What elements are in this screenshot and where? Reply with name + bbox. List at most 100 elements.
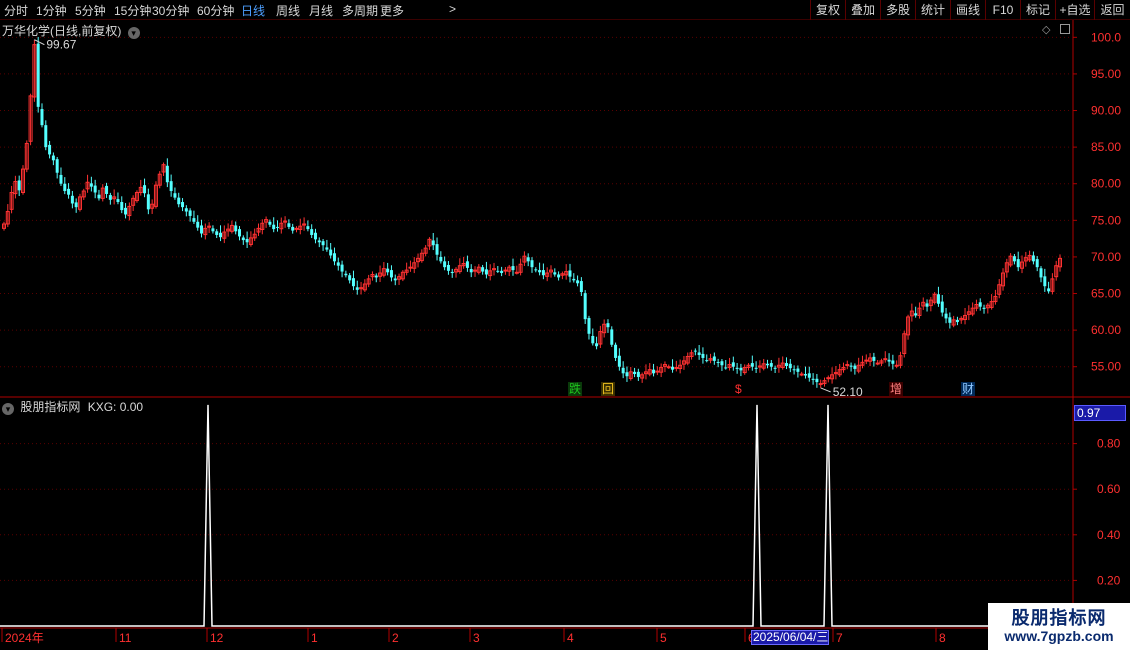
candle-body	[614, 344, 618, 358]
x-tick-label: 12	[210, 631, 224, 645]
candle-body	[587, 318, 591, 334]
timeframe-tab-10[interactable]: 更多	[380, 2, 404, 19]
toolbar: 分时 1分钟 5分钟 15分钟 30分钟 60分钟 日线 周线 月线 多周期 更多 > 复权 叠加 多股 统计…	[0, 0, 1130, 20]
signal-tag-dollar: $	[734, 382, 743, 396]
candle-body	[666, 366, 671, 369]
candle-body	[982, 307, 986, 309]
low-marker-label: 52.10	[833, 385, 863, 399]
candle-body	[948, 317, 952, 323]
toolbar-button-3[interactable]: 统计	[915, 0, 950, 20]
candle-body	[408, 266, 413, 269]
candle-body	[165, 165, 169, 183]
toolbar-button-8[interactable]: 返回	[1094, 0, 1130, 20]
candle-body	[583, 293, 587, 320]
candle-body	[785, 363, 789, 366]
candle-body	[712, 356, 716, 361]
candle-body	[621, 367, 625, 374]
candle-body	[51, 155, 55, 161]
indicator-title-row: ▾ 股朋指标网 KXG: 0.00	[2, 398, 143, 415]
title-dropdown-icon[interactable]: ▾	[127, 27, 140, 39]
y-tick-label: 60.00	[1091, 323, 1121, 337]
toolbar-button-4[interactable]: 画线	[950, 0, 985, 20]
candle-body	[1031, 255, 1035, 262]
candle-body	[891, 360, 895, 364]
candle-body	[766, 363, 770, 366]
candle-body	[108, 195, 112, 200]
candle-body	[116, 199, 120, 203]
y-tick-label: 55.00	[1091, 360, 1121, 374]
candle-body	[93, 185, 97, 193]
candle-body	[792, 369, 796, 371]
candle-body	[914, 313, 918, 316]
candle-body	[944, 313, 948, 319]
candle-body	[120, 202, 124, 211]
indicator-site-name[interactable]: 股朋指标网	[20, 400, 80, 414]
watermark-title: 股朋指标网	[1011, 608, 1107, 628]
x-tick-label: 8	[939, 631, 946, 645]
candle-body	[754, 367, 758, 369]
more-arrow-icon[interactable]: >	[449, 2, 456, 16]
timeframe-tab-3[interactable]: 15分钟	[114, 2, 151, 19]
candle-body	[386, 268, 390, 273]
candle-body	[484, 269, 488, 275]
indicator-tick-label: 0.80	[1097, 437, 1121, 451]
candle-body	[591, 335, 595, 344]
candle-body	[671, 366, 675, 370]
candle-body	[750, 363, 754, 367]
candle-body	[769, 363, 773, 367]
candle-body	[393, 278, 397, 281]
candle-body	[348, 275, 352, 281]
toolbar-button-0[interactable]: 复权	[810, 0, 845, 20]
y-tick-label: 80.00	[1091, 177, 1121, 191]
indicator-dropdown-icon[interactable]: ▾	[2, 403, 14, 415]
x-tick-label: 2	[392, 631, 399, 645]
toolbar-button-1[interactable]: 叠加	[845, 0, 880, 20]
timeframe-tab-7[interactable]: 周线	[276, 2, 300, 19]
candle-body	[215, 231, 219, 235]
toolbar-button-5[interactable]: F10	[985, 0, 1020, 20]
timeframe-tab-5[interactable]: 60分钟	[197, 2, 234, 19]
candle-body	[321, 241, 325, 246]
candle-body	[450, 271, 454, 274]
candle-body	[177, 197, 181, 205]
timeframe-tab-6[interactable]: 日线	[241, 2, 265, 19]
candle-body	[1012, 256, 1016, 262]
diamond-icon[interactable]: ◇	[1042, 23, 1050, 36]
y-tick-label: 90.00	[1091, 104, 1121, 118]
signal-tag-fall: 跌	[568, 382, 583, 396]
candle-body	[196, 221, 200, 228]
stock-title[interactable]: 万华化学(日线,前复权)	[2, 24, 121, 38]
candle-body	[355, 287, 359, 290]
timeframe-tab-1[interactable]: 1分钟	[36, 2, 67, 19]
candle-body	[534, 269, 538, 271]
toolbar-button-6[interactable]: 标记	[1020, 0, 1055, 20]
candle-body	[70, 195, 74, 204]
panel-maximize-icon[interactable]	[1060, 24, 1070, 34]
timeframe-tab-4[interactable]: 30分钟	[152, 2, 189, 19]
candle-body	[652, 369, 656, 374]
candle-body	[606, 323, 610, 328]
candle-body	[864, 359, 869, 362]
timeframe-tab-8[interactable]: 月线	[309, 2, 333, 19]
candle-body	[1016, 259, 1020, 268]
timeframe-tab-2[interactable]: 5分钟	[75, 2, 106, 19]
candle-body	[48, 144, 52, 155]
candle-body	[184, 208, 188, 212]
timeframe-tab-0[interactable]: 分时	[4, 2, 28, 19]
candle-body	[74, 202, 78, 208]
candle-body	[872, 356, 876, 361]
candle-body	[36, 43, 40, 107]
candle-body	[894, 364, 899, 367]
timeframe-tab-9[interactable]: 多周期	[342, 2, 378, 19]
candle-body	[875, 362, 880, 365]
toolbar-button-2[interactable]: 多股	[880, 0, 915, 20]
candle-body	[595, 343, 599, 347]
chart-title-row: 万华化学(日线,前复权) ▾	[2, 22, 140, 39]
toolbar-button-7[interactable]: +自选	[1055, 0, 1094, 20]
candle-body	[275, 226, 279, 228]
cursor-date-box: 2025/06/04/三	[751, 630, 829, 645]
candle-body	[332, 253, 336, 262]
signal-tag-return: 回	[601, 382, 616, 396]
candle-body	[526, 257, 530, 262]
high-marker-label: 99.67	[46, 38, 76, 52]
